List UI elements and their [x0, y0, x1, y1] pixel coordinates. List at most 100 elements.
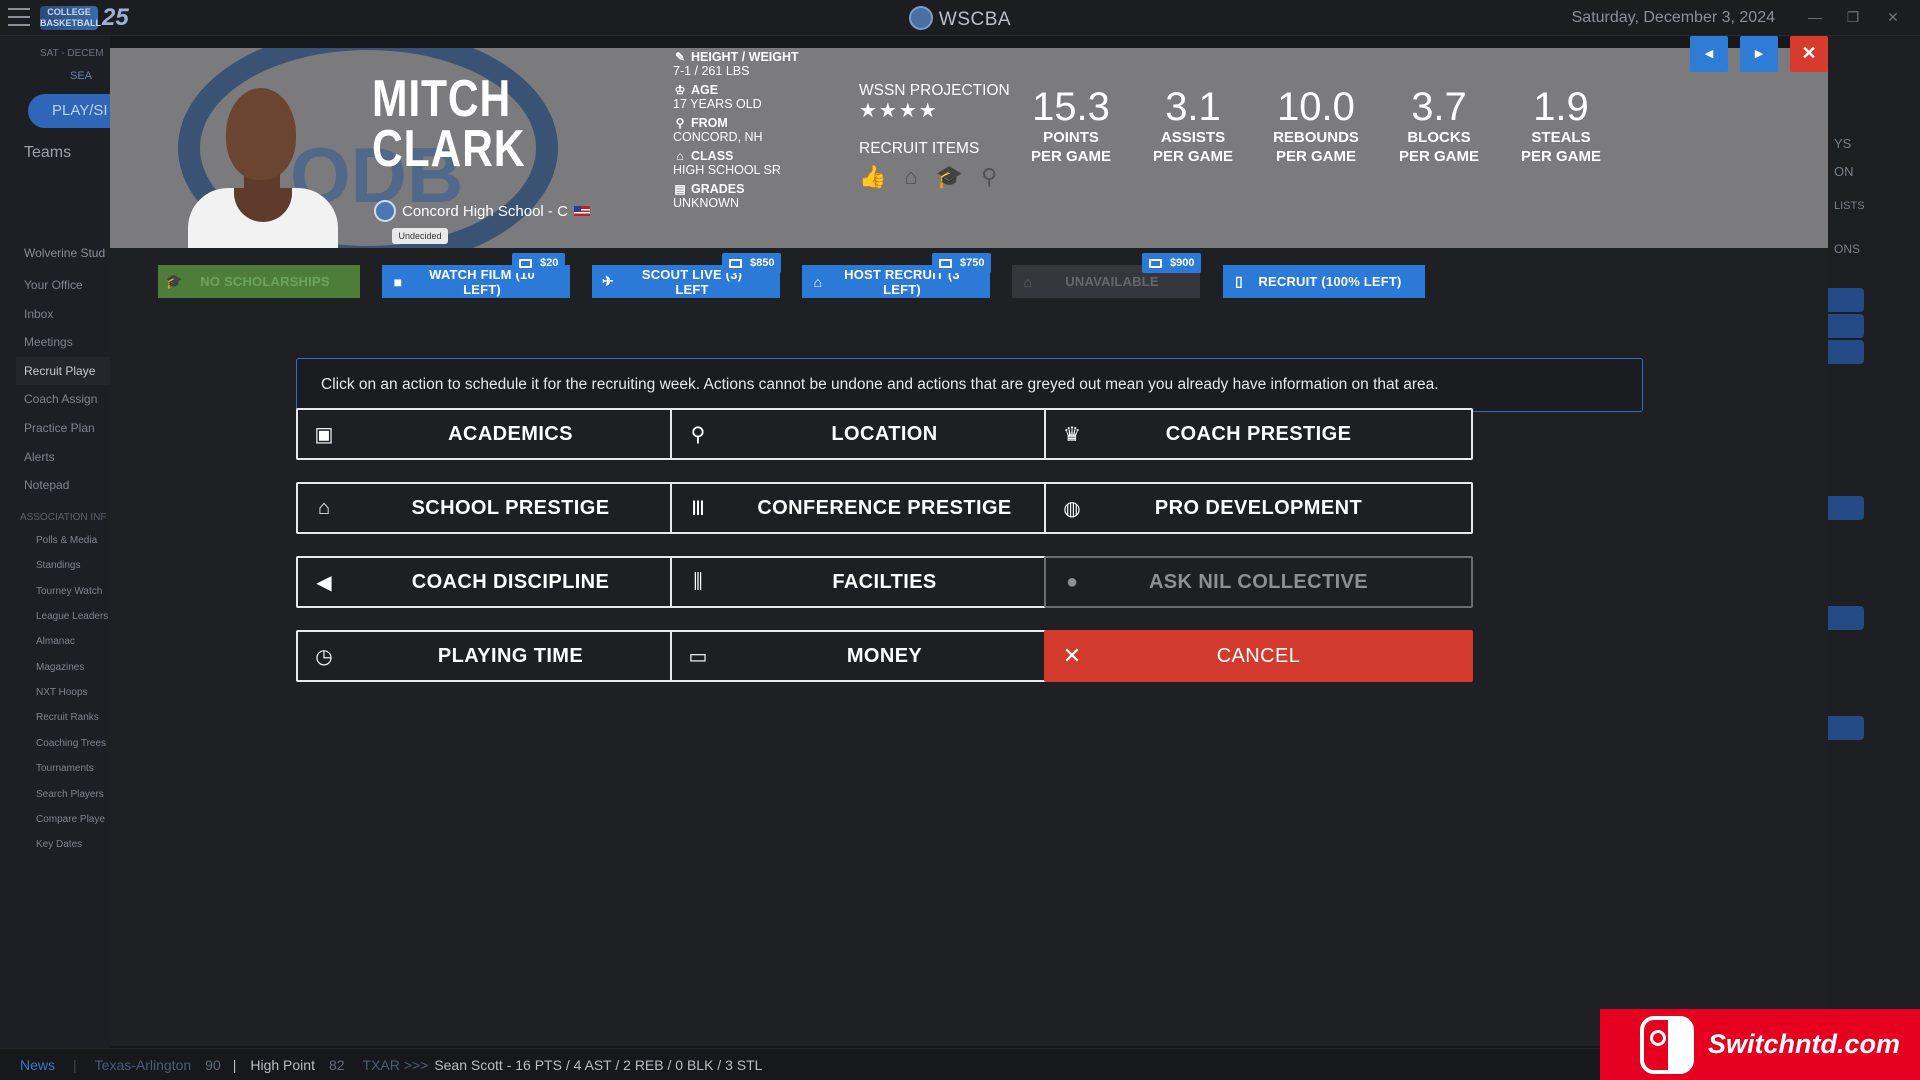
player-name: MITCH CLARK	[372, 73, 525, 175]
association-item[interactable]: Tournaments	[16, 756, 110, 781]
bg-bar	[1828, 716, 1864, 740]
option-button[interactable]: Ⅲ CONFERENCE PRESTIGE	[670, 482, 1099, 534]
sidebar: SAT - DECEM SEA PLAY/SI Teams Wolverine …	[0, 36, 138, 1048]
window-close-icon[interactable]: ✕	[1884, 8, 1902, 26]
option-button[interactable]: ◷ PLAYING TIME	[296, 630, 725, 682]
bio-label: ♔ AGE	[673, 83, 823, 97]
association-item[interactable]: Tourney Watch	[16, 579, 110, 604]
action-button[interactable]: ▯ RECRUIT (100% LEFT)	[1223, 265, 1425, 298]
sidebar-item[interactable]: Meetings	[16, 328, 110, 357]
piggy-bank-icon: ●	[1065, 570, 1079, 593]
association-item[interactable]: Search Players	[16, 782, 110, 807]
sidebar-list: Wolverine Stud Your Office Inbox Meetings R…	[16, 236, 110, 858]
cancel-button[interactable]: ✕ CANCEL	[1044, 630, 1473, 682]
association-item[interactable]: Polls & Media	[16, 528, 110, 553]
minimize-icon[interactable]: —	[1806, 8, 1824, 26]
recruit-action-modal: ODB MITCH CLARK Concord High School - C …	[110, 36, 1828, 1046]
sidebar-item[interactable]: Recruit Playe	[16, 356, 110, 386]
association-nav: Polls & Media Standings Tourney Watch Leagu…	[16, 528, 110, 858]
association-item[interactable]: Standings	[16, 553, 110, 578]
player-portrait	[168, 88, 338, 248]
money-icon	[1149, 258, 1162, 268]
player-header: ODB MITCH CLARK Concord High School - C …	[110, 48, 1828, 248]
option-label: CONFERENCE PRESTIGE	[757, 496, 1012, 519]
school-line: Concord High School - C	[374, 200, 590, 222]
projection-title: WSSN PROJECTION	[859, 82, 1010, 99]
teams-link[interactable]: Teams	[24, 144, 71, 162]
app-title-text: WSCBA	[938, 9, 1012, 30]
previous-player-button[interactable]: ◀	[1690, 36, 1728, 72]
action-cost: $900	[1170, 257, 1195, 269]
action-cost-badge: $850	[722, 253, 782, 273]
option-button[interactable]: ⫼ FACILTIES	[670, 556, 1099, 608]
option-label: SCHOOL PRESTIGE	[411, 496, 610, 519]
option-button[interactable]: ◍ PRO DEVELOPMENT	[1044, 482, 1473, 534]
stat-label: REBOUNDS PER GAME	[1273, 129, 1359, 165]
video-icon: ■	[393, 273, 403, 290]
graduation-cap-icon: 🎓	[165, 273, 183, 289]
association-item[interactable]: Key Dates	[16, 832, 110, 857]
option-label: FACILTIES	[832, 570, 937, 593]
action-cost-badge: $20	[512, 253, 566, 273]
ticker-team2: High Point	[250, 1056, 315, 1073]
money-icon: ▭	[688, 645, 708, 668]
bg-label: LISTS	[1834, 200, 1865, 212]
option-button[interactable]: ⌂ SCHOOL PRESTIGE	[296, 482, 725, 534]
association-item[interactable]: Recruit Ranks	[16, 705, 110, 730]
association-item[interactable]: NXT Hoops	[16, 680, 110, 705]
association-item[interactable]: Compare Playe	[16, 807, 110, 832]
option-button[interactable]: ▭ MONEY	[670, 630, 1099, 682]
background-right-panel: YS ON LISTS ONS	[1828, 36, 1920, 1048]
option-label: COACH PRESTIGE	[1165, 422, 1352, 445]
option-button[interactable]: ◀ COACH DISCIPLINE	[296, 556, 725, 608]
action-button[interactable]: 🎓 NO SCHOLARSHIPS	[158, 265, 360, 298]
action-label: UNAVAILABLE	[1065, 274, 1159, 289]
option-button[interactable]: ♛ COACH PRESTIGE	[1044, 408, 1473, 460]
sidebar-item[interactable]: Alerts	[16, 443, 110, 472]
home-icon: ⌂	[1023, 273, 1033, 290]
option-button[interactable]: ▣ ACADEMICS	[296, 408, 725, 460]
bio-value: HIGH SCHOOL SR	[673, 163, 781, 177]
action-label: NO SCHOLARSHIPS	[200, 274, 330, 289]
modal-nav: ◀ ▶ ✕	[1690, 36, 1828, 72]
bio-label: ▤ GRADES	[673, 182, 823, 196]
crown-icon: ♛	[1063, 423, 1081, 446]
stat-label: ASSISTS PER GAME	[1152, 129, 1233, 165]
action-cost-badge: $900	[1142, 253, 1202, 273]
bio-row: ⌂ CLASS HIGH SCHOOL SR	[673, 149, 823, 177]
stats-row: 15.3 POINTS PER GAME 3.1 ASSISTS PER GAME 10…	[1010, 86, 1622, 166]
stat-value: 3.7	[1411, 85, 1467, 129]
ticker-headline: Sean Scott - 16 PTS / 4 AST / 2 REB / 0 …	[434, 1056, 763, 1073]
map-pin-icon: ⚲	[690, 423, 706, 446]
close-modal-button[interactable]: ✕	[1790, 36, 1828, 72]
association-item[interactable]: Magazines	[16, 655, 110, 680]
association-item[interactable]: Almanac	[16, 629, 110, 654]
grades-icon: ▤	[674, 182, 686, 196]
association-item[interactable]: League Leaders	[16, 604, 110, 629]
bio-row: ⚲ FROM CONCORD, NH	[673, 116, 823, 144]
news-label[interactable]: News	[20, 1057, 55, 1073]
sidebar-item[interactable]: Notepad	[16, 471, 110, 500]
sidebar-item[interactable]: Inbox	[16, 300, 110, 329]
option-button[interactable]: ⚲ LOCATION	[670, 408, 1099, 460]
sidebar-item[interactable]: Practice Plan	[16, 414, 110, 443]
restore-icon[interactable]: ❐	[1844, 8, 1862, 26]
action-cost: $750	[960, 257, 985, 269]
bg-label: ONS	[1834, 242, 1861, 256]
megaphone-icon: ◀	[316, 571, 332, 594]
map-pin-icon: ⚲	[675, 116, 685, 130]
school-icon: ⌂	[676, 149, 684, 163]
bio-row: ▤ GRADES UNKNOWN	[673, 182, 823, 210]
association-item[interactable]: Coaching Trees	[16, 731, 110, 756]
school-logo-icon	[374, 200, 396, 222]
action-bar: 🎓 NO SCHOLARSHIPS ■ WATCH FILM (10 LEFT) $20…	[110, 248, 1828, 298]
sidebar-search[interactable]: SEA	[70, 70, 92, 82]
sidebar-item[interactable]: Coach Assign	[16, 385, 110, 414]
phone-icon: ▯	[1235, 273, 1243, 289]
sidebar-item[interactable]: Your Office	[16, 271, 110, 300]
action-cost: $20	[540, 257, 559, 269]
bg-bar	[1828, 314, 1864, 338]
next-player-button[interactable]: ▶	[1740, 36, 1778, 72]
action-cost: $850	[750, 257, 775, 269]
bio-label: ✎ HEIGHT / WEIGHT	[673, 50, 823, 64]
